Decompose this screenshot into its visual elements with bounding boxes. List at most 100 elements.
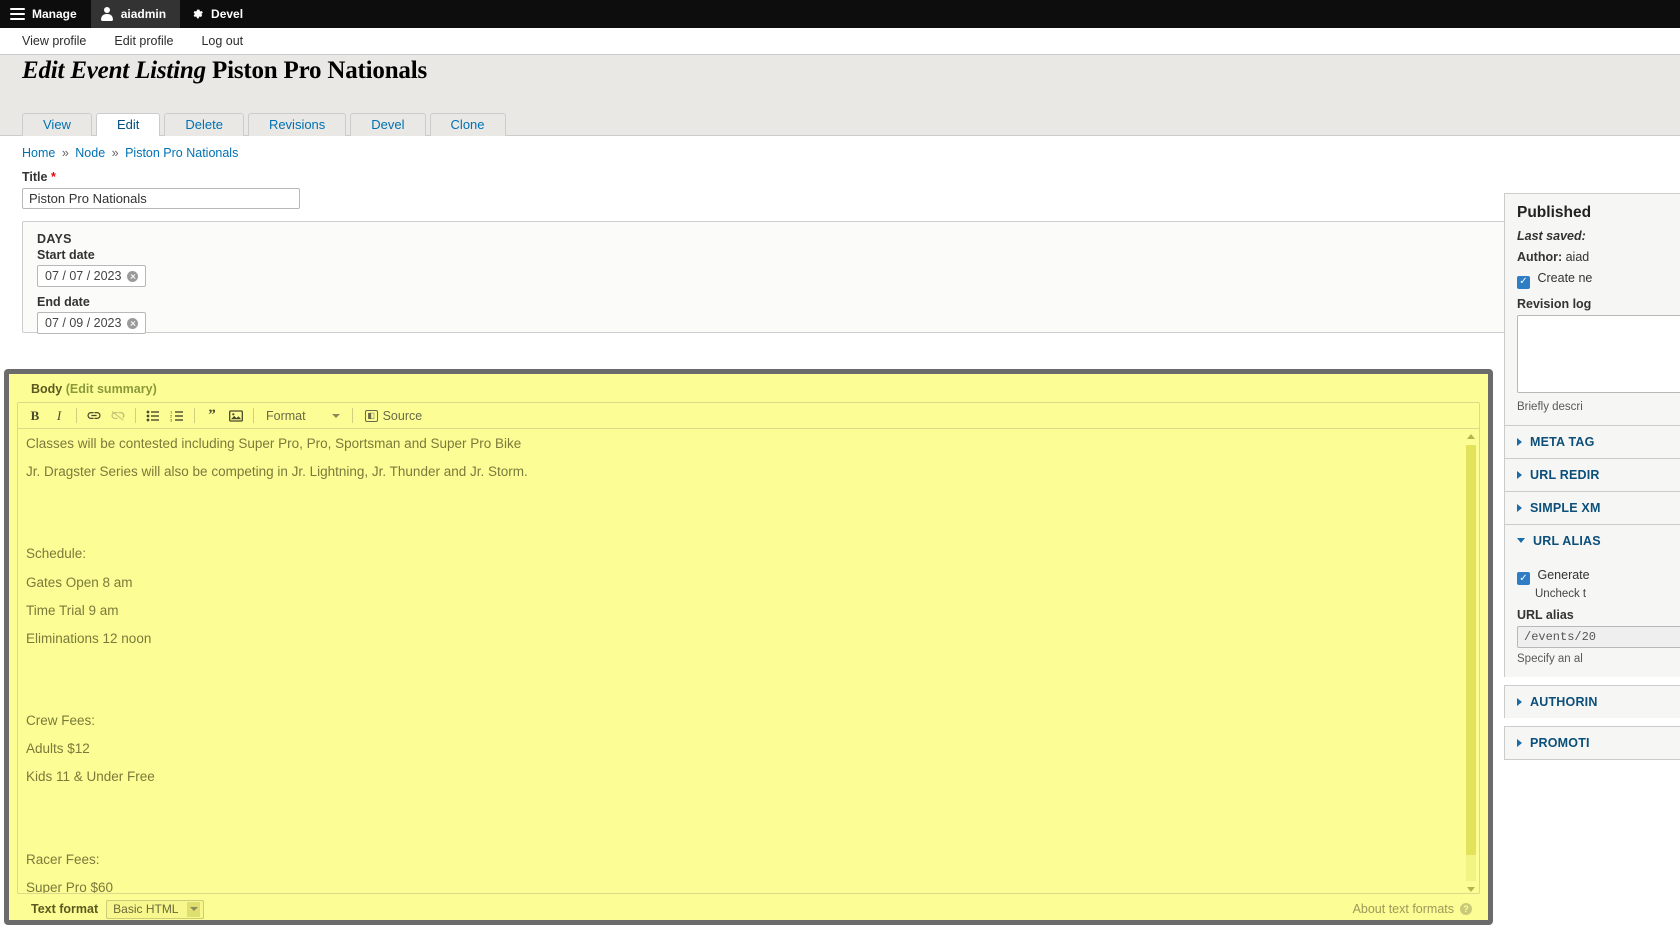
sidebar-section-url-alias-label: URL ALIAS <box>1533 534 1601 548</box>
editor-scrollbar[interactable] <box>1466 431 1476 893</box>
sidebar-section-url-redirects[interactable]: URL REDIR <box>1504 458 1680 491</box>
start-date-value: 07 / 07 / 2023 <box>45 269 121 283</box>
sidebar-section-url-alias[interactable]: URL ALIAS <box>1504 524 1680 557</box>
toolbar-separator <box>352 408 353 423</box>
body-label-text: Body <box>31 382 62 396</box>
svg-text:3: 3 <box>170 417 173 421</box>
clear-icon[interactable] <box>127 271 138 282</box>
days-legend: DAYS <box>37 232 1597 246</box>
page-title-name: Piston Pro Nationals <box>212 57 427 84</box>
revision-log-label: Revision log <box>1517 297 1680 311</box>
italic-button[interactable]: I <box>48 406 70 426</box>
unlink-icon <box>107 406 129 426</box>
tab-edit[interactable]: Edit <box>96 113 160 136</box>
scrollbar-thumb[interactable] <box>1466 445 1476 855</box>
chevron-right-icon <box>1517 471 1522 479</box>
tray-link-log-out[interactable]: Log out <box>187 28 257 54</box>
breadcrumb-item-home[interactable]: Home <box>22 146 55 160</box>
required-marker: * <box>51 170 56 184</box>
tab-clone[interactable]: Clone <box>430 113 506 136</box>
tab-revisions[interactable]: Revisions <box>248 113 346 136</box>
tab-delete[interactable]: Delete <box>164 113 244 136</box>
node-tabs: View Edit Delete Revisions Devel Clone <box>0 114 1680 136</box>
toolbar-tray: View profile Edit profile Log out <box>0 28 1680 55</box>
sidebar-section-promotion[interactable]: PROMOTI <box>1504 726 1680 760</box>
toolbar-tab-user[interactable]: aiadmin <box>91 0 180 28</box>
body-paragraph <box>26 520 1479 533</box>
body-paragraph: Crew Fees: <box>26 714 1479 728</box>
author-value: aiad <box>1566 250 1590 264</box>
body-paragraph <box>26 799 1479 812</box>
generate-alias-label: Generate <box>1537 568 1589 582</box>
gear-icon <box>190 7 204 21</box>
toolbar-separator <box>194 408 195 423</box>
tab-devel[interactable]: Devel <box>350 113 425 136</box>
start-date-input[interactable]: 07 / 07 / 2023 <box>37 265 146 287</box>
url-alias-label: URL alias <box>1517 608 1680 622</box>
sidebar-section-authoring[interactable]: AUTHORIN <box>1504 685 1680 718</box>
title-field-label: Title * <box>22 170 1680 184</box>
image-icon[interactable] <box>225 406 247 426</box>
bulleted-list-icon[interactable] <box>142 406 164 426</box>
author-row: Author: aiad <box>1517 248 1680 266</box>
numbered-list-icon[interactable]: 123 <box>166 406 188 426</box>
link-icon[interactable] <box>83 406 105 426</box>
revision-log-textarea[interactable] <box>1517 315 1680 393</box>
admin-toolbar: Manage aiadmin Devel <box>0 0 1680 28</box>
body-paragraph: Adults $12 <box>26 742 1479 756</box>
tray-link-edit-profile[interactable]: Edit profile <box>100 28 187 54</box>
format-dropdown[interactable]: Format <box>260 406 346 426</box>
breadcrumb-item-node[interactable]: Node <box>75 146 105 160</box>
toolbar-separator <box>253 408 254 423</box>
tab-view[interactable]: View <box>22 113 92 136</box>
breadcrumb-item-current[interactable]: Piston Pro Nationals <box>125 146 238 160</box>
title-input[interactable] <box>22 188 300 209</box>
create-new-revision-label: Create ne <box>1537 271 1592 285</box>
toolbar-tab-devel[interactable]: Devel <box>180 0 257 28</box>
url-alias-help: Specify an al <box>1517 653 1680 665</box>
toolbar-tab-manage[interactable]: Manage <box>0 0 91 28</box>
about-text-formats-link[interactable]: About text formats ? <box>1353 902 1472 916</box>
end-date-value: 07 / 09 / 2023 <box>45 316 121 330</box>
breadcrumb-separator: » <box>109 146 122 160</box>
chevron-right-icon <box>1517 438 1522 446</box>
text-format-select[interactable]: Basic HTML <box>106 900 204 919</box>
scroll-up-arrow-icon[interactable] <box>1467 434 1475 439</box>
source-button[interactable]: ◧ Source <box>359 409 429 423</box>
chevron-down-icon <box>1517 538 1525 543</box>
blockquote-icon[interactable]: ” <box>201 406 223 426</box>
days-fieldset: DAYS Start date 07 / 07 / 2023 End date … <box>22 221 1598 333</box>
create-new-revision-checkbox[interactable] <box>1517 276 1530 289</box>
toolbar-tab-user-label: aiadmin <box>121 7 166 21</box>
sidebar-section-simple-xml-label: SIMPLE XM <box>1530 501 1601 515</box>
scroll-down-arrow-icon[interactable] <box>1467 887 1475 892</box>
sidebar-section-meta-tags-label: META TAG <box>1530 435 1595 449</box>
toolbar-tab-devel-label: Devel <box>211 7 243 21</box>
body-paragraph: Gates Open 8 am <box>26 576 1479 590</box>
body-paragraph: Jr. Dragster Series will also be competi… <box>26 465 1479 479</box>
ckeditor-toolbar: B I 123 ” <box>18 403 1479 429</box>
generate-alias-note: Uncheck t <box>1535 588 1680 600</box>
end-date-input[interactable]: 07 / 09 / 2023 <box>37 312 146 334</box>
sidebar-section-simple-xml[interactable]: SIMPLE XM <box>1504 491 1680 524</box>
about-text-formats-label: About text formats <box>1353 902 1454 916</box>
chevron-down-icon <box>187 902 200 917</box>
last-saved-row: Last saved: <box>1517 227 1680 245</box>
chevron-down-icon <box>332 414 340 418</box>
hamburger-icon <box>10 8 25 21</box>
title-label-text: Title <box>22 170 47 184</box>
chevron-right-icon <box>1517 504 1522 512</box>
url-alias-input[interactable] <box>1517 626 1680 648</box>
tray-link-view-profile[interactable]: View profile <box>8 28 100 54</box>
generate-alias-row[interactable]: Generate <box>1517 566 1680 586</box>
clear-icon[interactable] <box>127 318 138 329</box>
body-paragraph: Eliminations 12 noon <box>26 632 1479 646</box>
bold-button[interactable]: B <box>24 406 46 426</box>
body-editable-area[interactable]: Classes will be contested including Supe… <box>18 429 1479 893</box>
edit-summary-link[interactable]: (Edit summary) <box>66 382 157 396</box>
generate-alias-checkbox[interactable] <box>1517 572 1530 585</box>
source-icon: ◧ <box>365 410 378 422</box>
sidebar-section-meta-tags[interactable]: META TAG <box>1504 425 1680 458</box>
create-new-revision-row[interactable]: Create ne <box>1517 269 1680 289</box>
page-title: Edit Event Listing Piston Pro Nationals <box>22 55 1680 85</box>
